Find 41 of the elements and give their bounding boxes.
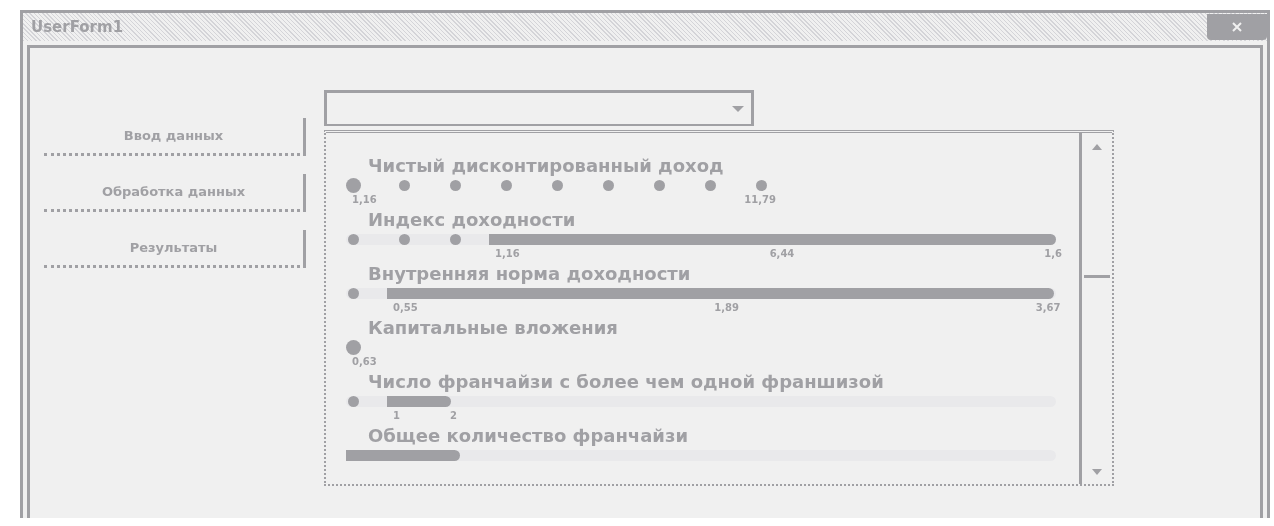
scale-value: 1,89 (714, 301, 740, 315)
scale-value: 0,55 (393, 301, 418, 315)
criterion-title: Число франчайзи с более чем одной франшизой (368, 371, 885, 393)
dropdown-field[interactable] (324, 90, 754, 126)
dot-marker (552, 180, 563, 191)
scale-value: 3,67 (1035, 301, 1061, 315)
criterion-title: Внутренняя норма доходности (368, 263, 692, 285)
scroll-down-icon (1091, 468, 1103, 476)
command-button[interactable]: Обработка данных (44, 174, 306, 212)
dot-marker (348, 396, 359, 407)
scale-value: 1 (393, 409, 400, 423)
criterion-title: Индекс доходности (368, 209, 577, 231)
dot-marker (654, 180, 665, 191)
scale-value: 0,63 (352, 355, 377, 369)
caret-icon (731, 105, 745, 113)
scale-value: 6,44 (769, 247, 795, 261)
command-button[interactable]: Ввод данных (44, 118, 306, 156)
dot-marker (450, 180, 461, 191)
dot-marker (705, 180, 716, 191)
scale-value: 1,16 (495, 247, 520, 261)
dot-marker (603, 180, 614, 191)
command-button[interactable]: Результаты (44, 230, 306, 268)
window-title: UserForm1 (31, 18, 124, 36)
criterion-title: Капитальные вложения (368, 317, 619, 339)
scale-value: 2 (449, 409, 457, 423)
dot-marker (756, 180, 767, 191)
criterion-title: Чистый дисконтированный доход (368, 155, 725, 177)
dot-marker (348, 234, 359, 245)
dot-marker (346, 340, 361, 355)
dot-marker (348, 288, 359, 299)
close-icon (1231, 21, 1243, 33)
scroll-up-icon (1091, 143, 1103, 151)
criterion-title: Общее количество франчайзи (368, 425, 690, 447)
close-button[interactable] (1207, 14, 1267, 40)
scale-value: 1,16 (352, 193, 377, 207)
dot-marker (346, 178, 361, 193)
dot-marker (501, 180, 512, 191)
dot-marker (399, 180, 410, 191)
vertical-scrollbar[interactable] (1079, 133, 1112, 484)
scale-value: 11,79 (744, 193, 776, 207)
scale-value: 1,6 (1044, 247, 1062, 261)
